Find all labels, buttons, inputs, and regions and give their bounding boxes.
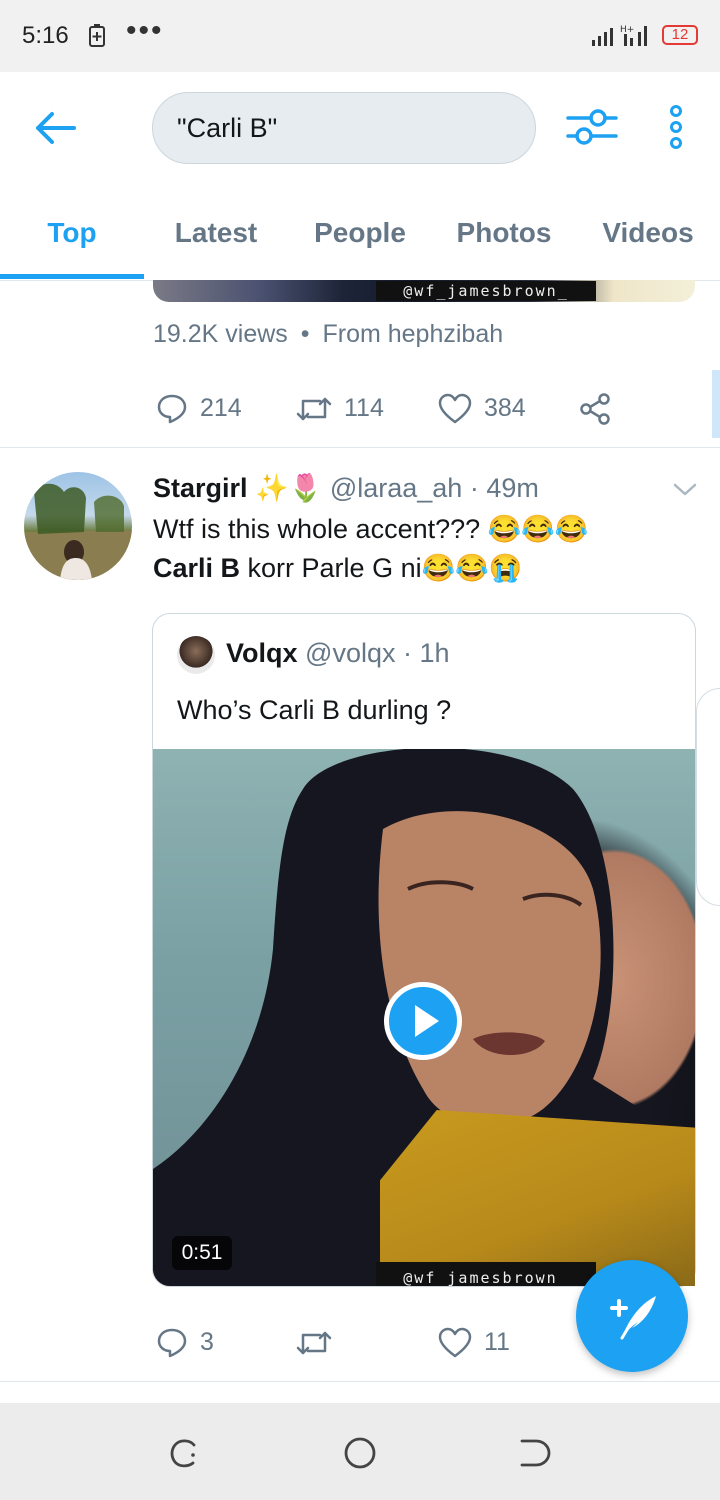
- like-count: 384: [484, 394, 526, 422]
- display-name[interactable]: Stargirl: [153, 473, 248, 503]
- video-source: From hephzibah: [322, 320, 504, 348]
- reply-button[interactable]: 214: [156, 388, 242, 428]
- tweet-text-line: Carli B korr Parle G ni😂😂😭: [153, 549, 522, 587]
- share-icon: [580, 393, 610, 426]
- quote-header: Volqx @volqx · 1h: [226, 638, 450, 669]
- recent-apps-icon[interactable]: [168, 1437, 200, 1469]
- tab-top[interactable]: Top: [0, 200, 144, 280]
- video-duration: 0:51: [172, 1236, 232, 1270]
- reply-icon: [157, 395, 187, 424]
- status-time: 5:16: [22, 22, 69, 49]
- like-count: 11: [484, 1328, 510, 1356]
- quote-display-name: Volqx: [226, 638, 298, 668]
- play-button[interactable]: [384, 982, 462, 1060]
- back-arrow-icon[interactable]: [32, 108, 80, 148]
- quote-time: · 1h: [403, 638, 450, 668]
- battery-saver-icon: [89, 24, 105, 47]
- notification-dots: •••: [126, 14, 164, 47]
- video-watermark: @wf_jamesbrown_: [376, 1262, 596, 1286]
- retweet-icon: [296, 1332, 332, 1355]
- reply-button[interactable]: 3: [156, 1322, 214, 1362]
- share-button[interactable]: [578, 388, 624, 428]
- tweet-header: Stargirl ✨🌷 @laraa_ah · 49m: [153, 472, 539, 508]
- play-icon: [415, 1005, 439, 1037]
- retweet-count: 114: [344, 394, 384, 422]
- home-icon[interactable]: [342, 1435, 378, 1471]
- like-icon: [438, 394, 472, 424]
- tweet-time: · 49m: [469, 473, 539, 503]
- scroll-indicator: [712, 370, 720, 438]
- tab-photos[interactable]: Photos: [432, 200, 576, 280]
- tab-latest[interactable]: Latest: [144, 200, 288, 280]
- like-button[interactable]: 11: [438, 1322, 510, 1362]
- compose-tweet-button[interactable]: [576, 1260, 688, 1372]
- highlighted-term: Carli B: [153, 553, 241, 583]
- avatar[interactable]: [24, 472, 132, 580]
- system-nav-bar: [0, 1403, 720, 1500]
- name-emoji: ✨🌷: [255, 473, 323, 503]
- search-input[interactable]: "Carli B": [152, 92, 536, 164]
- quote-handle: @volqx: [305, 638, 396, 668]
- divider: [0, 1381, 720, 1382]
- divider: [0, 447, 720, 448]
- back-nav-icon[interactable]: [518, 1437, 552, 1469]
- svg-text:H+: H+: [620, 25, 634, 35]
- reply-count: 214: [200, 394, 242, 422]
- tab-videos[interactable]: Videos: [576, 200, 720, 280]
- tweet-text-line: Wtf is this whole accent??? 😂😂😂: [153, 514, 589, 544]
- like-icon: [438, 1328, 472, 1358]
- user-handle[interactable]: @laraa_ah: [330, 473, 463, 503]
- retweet-button[interactable]: 114: [296, 388, 384, 428]
- quote-text: Who’s Carli B durling ?: [177, 695, 452, 725]
- more-vertical-icon[interactable]: [662, 104, 690, 150]
- quote-avatar: [177, 636, 215, 674]
- compose-icon: [610, 1296, 656, 1340]
- tweet-text-rest: korr Parle G ni😂😂😭: [240, 553, 523, 583]
- view-count: 19.2K views: [153, 320, 288, 348]
- reply-count: 3: [200, 1328, 214, 1356]
- separator: •: [300, 320, 310, 348]
- chevron-down-icon[interactable]: [672, 478, 698, 500]
- edge-panel-handle[interactable]: [696, 688, 720, 906]
- avatar-image: [24, 483, 132, 580]
- video-watermark: @wf_jamesbrown_: [376, 281, 596, 301]
- filter-icon[interactable]: [566, 104, 618, 150]
- tab-people[interactable]: People: [288, 200, 432, 280]
- video-views-line: 19.2K views • From hephzibah: [153, 320, 503, 349]
- search-tabs: Top Latest People Photos Videos: [0, 200, 720, 280]
- reply-icon: [157, 1329, 187, 1358]
- signal-icon: H+: [592, 25, 647, 46]
- like-button[interactable]: 384: [438, 388, 526, 428]
- retweet-icon: [296, 398, 332, 421]
- active-tab-indicator: [0, 274, 144, 279]
- retweet-button[interactable]: [296, 1322, 344, 1362]
- battery-indicator: 12: [662, 25, 698, 45]
